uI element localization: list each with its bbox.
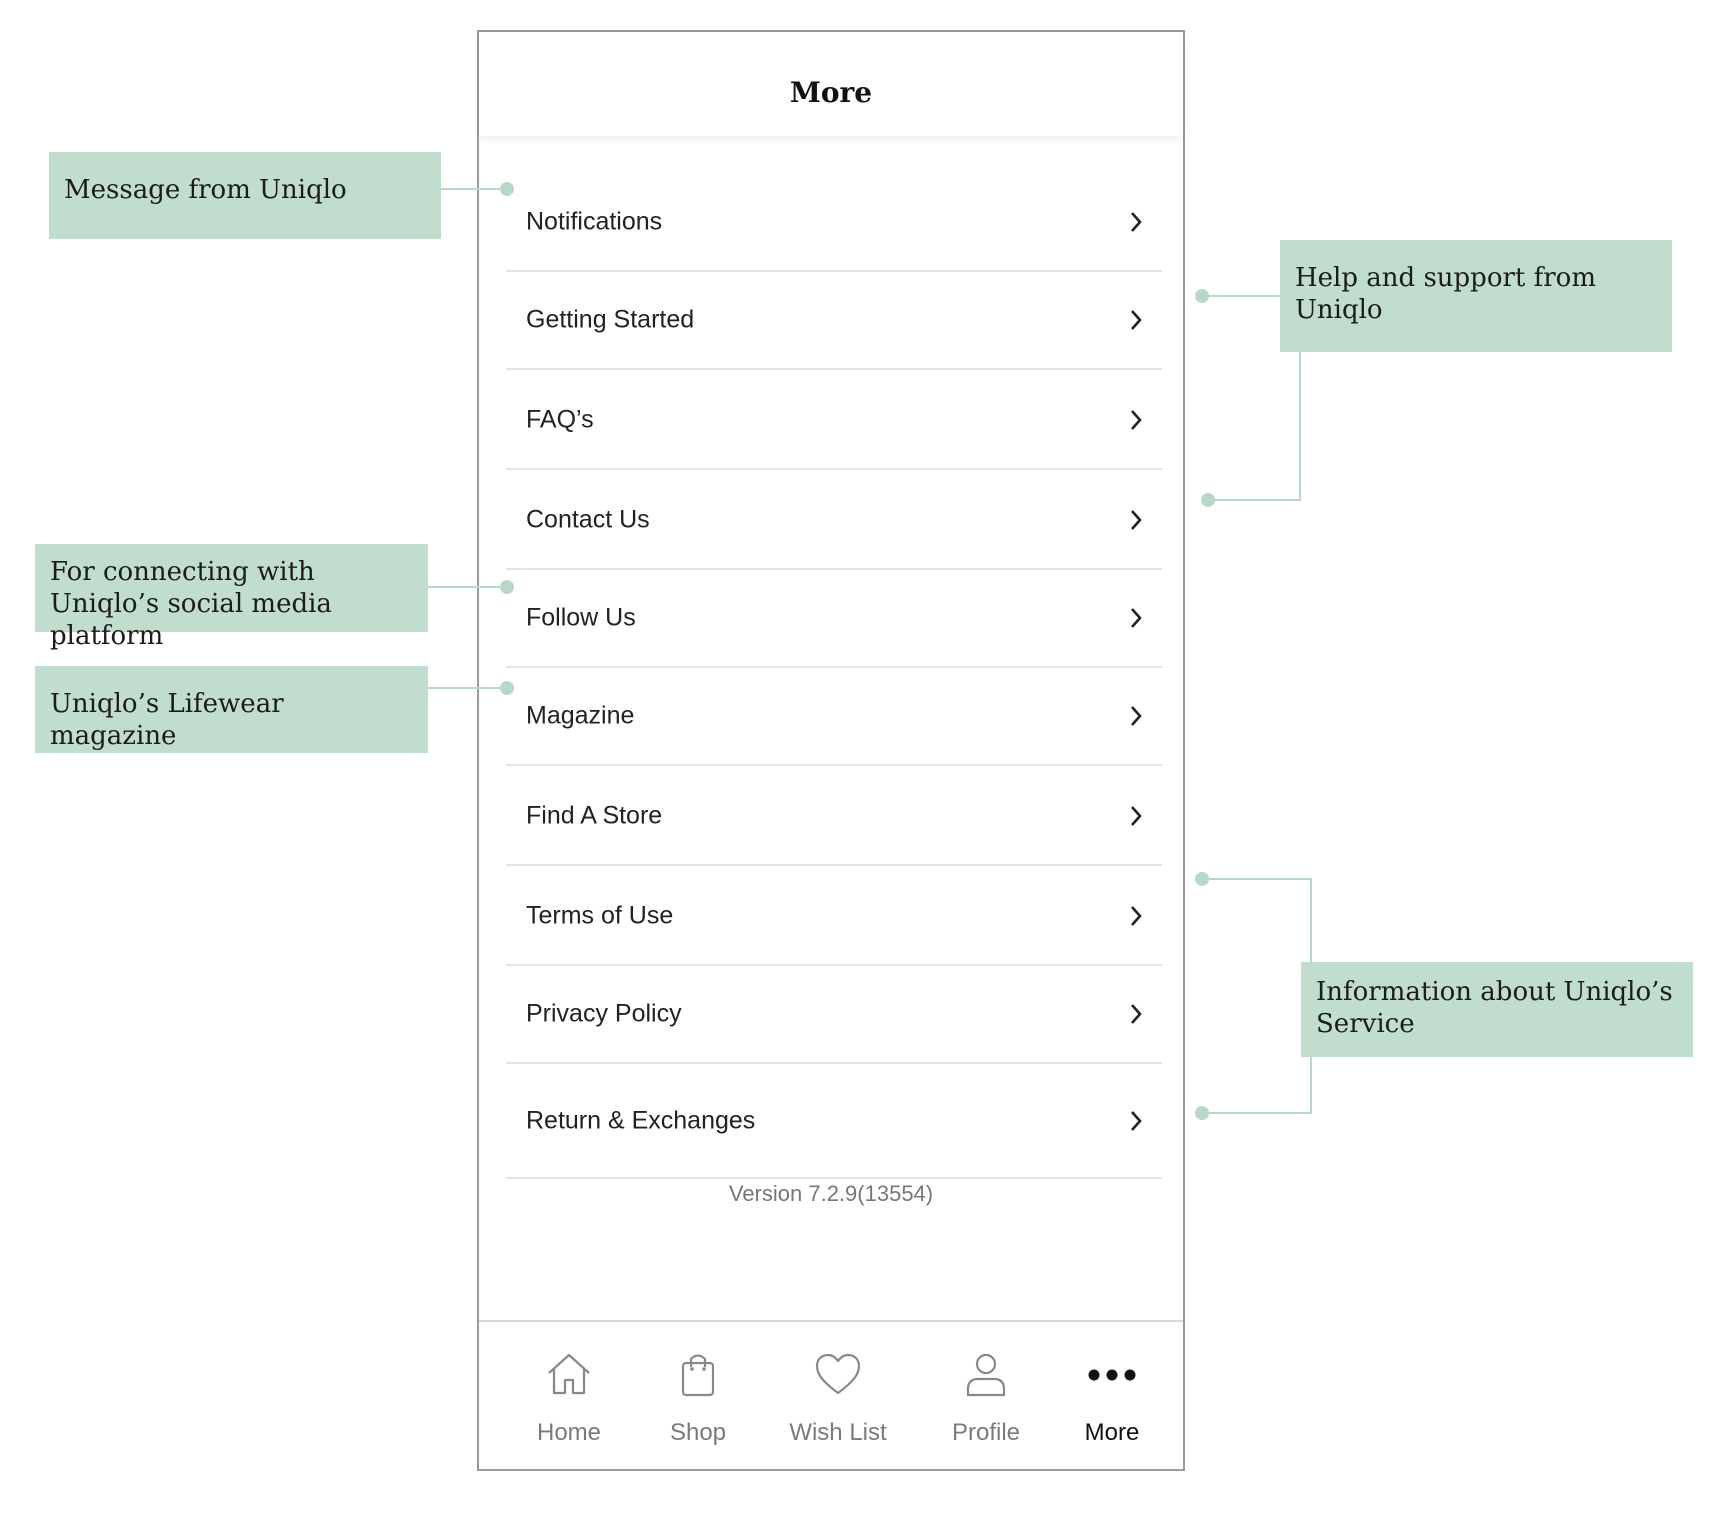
chevron-right-icon bbox=[1131, 608, 1142, 628]
chevron-right-icon bbox=[1131, 1004, 1142, 1024]
annotation-service-info: Information about Uniqlo’s Service bbox=[1301, 962, 1693, 1057]
connector-line bbox=[1202, 878, 1312, 880]
tab-home[interactable]: Home bbox=[509, 1322, 629, 1472]
connector-line bbox=[428, 687, 507, 689]
annotation-help-support: Help and support from Uniqlo bbox=[1280, 240, 1672, 352]
menu-item-label: Getting Started bbox=[526, 305, 695, 334]
annotation-text: Help and support from Uniqlo bbox=[1295, 263, 1596, 325]
tab-label: Home bbox=[536, 1419, 602, 1446]
connector-dot bbox=[500, 681, 514, 695]
tab-wish-list[interactable]: Wish List bbox=[778, 1322, 898, 1472]
menu-item-magazine[interactable]: Magazine bbox=[506, 668, 1162, 766]
menu-item-getting-started[interactable]: Getting Started bbox=[506, 272, 1162, 370]
menu-item-label: Terms of Use bbox=[526, 901, 674, 930]
more-dots-icon bbox=[1088, 1369, 1136, 1381]
annotation-follow-us: For connecting with Uniqlo’s social medi… bbox=[35, 544, 428, 651]
tab-more[interactable]: More bbox=[1052, 1322, 1172, 1472]
page-title: More bbox=[789, 76, 873, 109]
tab-label: Profile bbox=[951, 1419, 1021, 1446]
version-text: Version 7.2.9(13554) bbox=[728, 1181, 934, 1206]
chevron-right-icon bbox=[1131, 212, 1142, 232]
menu-item-follow-us[interactable]: Follow Us bbox=[506, 570, 1162, 668]
shopping-bag-icon bbox=[681, 1354, 715, 1397]
chevron-right-icon bbox=[1131, 706, 1142, 726]
tab-label: Shop bbox=[669, 1419, 727, 1446]
tab-label: More bbox=[1084, 1419, 1140, 1446]
menu-item-find-a-store[interactable]: Find A Store bbox=[506, 768, 1162, 866]
menu-item-label: FAQ’s bbox=[526, 405, 594, 434]
annotation-text: Message from Uniqlo bbox=[64, 175, 347, 205]
connector-line bbox=[441, 188, 507, 190]
connector-dot bbox=[1195, 1106, 1209, 1120]
connector-line bbox=[1310, 1057, 1312, 1114]
annotation-text: For connecting with Uniqlo’s social medi… bbox=[50, 557, 332, 651]
connector-line bbox=[1299, 352, 1301, 501]
menu-item-privacy-policy[interactable]: Privacy Policy bbox=[506, 966, 1162, 1064]
connector-line bbox=[428, 586, 507, 588]
menu-item-label: Notifications bbox=[526, 207, 663, 236]
annotation-notifications: Message from Uniqlo bbox=[49, 152, 441, 239]
chevron-right-icon bbox=[1131, 1110, 1142, 1131]
chevron-right-icon bbox=[1131, 806, 1142, 826]
tab-profile[interactable]: Profile bbox=[926, 1322, 1046, 1472]
menu-item-label: Privacy Policy bbox=[526, 999, 682, 1028]
tab-shop[interactable]: Shop bbox=[638, 1322, 758, 1472]
menu-item-label: Follow Us bbox=[526, 603, 636, 632]
menu-item-terms-of-use[interactable]: Terms of Use bbox=[506, 868, 1162, 966]
menu-item-label: Find A Store bbox=[526, 801, 663, 830]
menu-item-label: Contact Us bbox=[526, 505, 650, 534]
user-icon bbox=[966, 1353, 1006, 1397]
annotation-text: Information about Uniqlo’s Service bbox=[1316, 977, 1673, 1039]
phone-screen: More Notifications Getting Started FAQ’s… bbox=[477, 30, 1185, 1471]
connector-line bbox=[1202, 1112, 1312, 1114]
menu-item-contact-us[interactable]: Contact Us bbox=[506, 472, 1162, 570]
menu-item-return-exchanges[interactable]: Return & Exchanges bbox=[506, 1064, 1162, 1179]
connector-dot bbox=[1201, 493, 1215, 507]
menu-item-label: Magazine bbox=[526, 701, 635, 730]
connector-dot bbox=[500, 182, 514, 196]
heart-icon bbox=[815, 1353, 861, 1395]
menu-item-notifications[interactable]: Notifications bbox=[506, 174, 1162, 272]
connector-dot bbox=[500, 580, 514, 594]
chevron-right-icon bbox=[1131, 410, 1142, 430]
home-icon bbox=[548, 1353, 590, 1395]
tab-label: Wish List bbox=[789, 1419, 887, 1446]
chevron-right-icon bbox=[1131, 310, 1142, 330]
chevron-right-icon bbox=[1131, 510, 1142, 530]
connector-line bbox=[1310, 878, 1312, 962]
top-bar: More bbox=[479, 32, 1183, 136]
annotation-magazine: Uniqlo’s Lifewear magazine bbox=[35, 666, 428, 753]
connector-line bbox=[1202, 295, 1280, 297]
connector-line bbox=[1208, 499, 1301, 501]
menu-item-label: Return & Exchanges bbox=[526, 1106, 756, 1134]
chevron-right-icon bbox=[1131, 906, 1142, 926]
bottom-tab-bar: Home Shop Wish List Profile More bbox=[479, 1320, 1183, 1473]
menu-item-faqs[interactable]: FAQ’s bbox=[506, 372, 1162, 470]
annotation-text: Uniqlo’s Lifewear magazine bbox=[50, 689, 284, 751]
